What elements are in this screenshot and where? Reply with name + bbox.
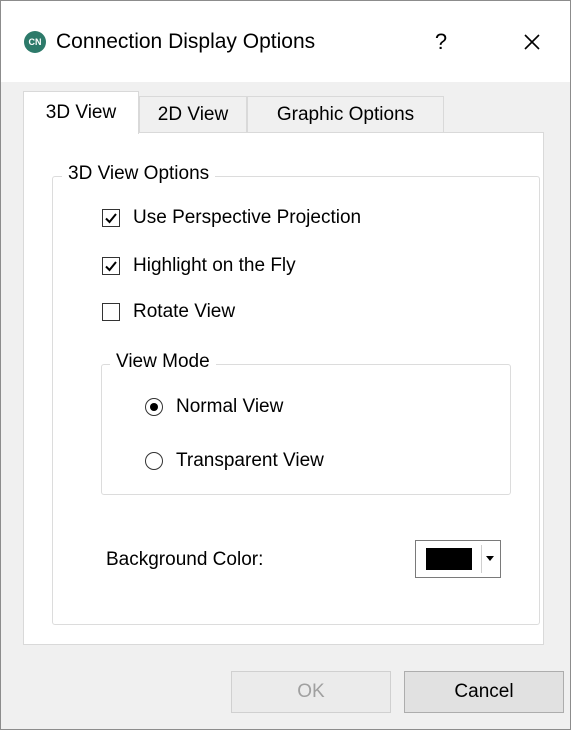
title-bar: CN Connection Display Options ? xyxy=(1,1,570,82)
ok-button[interactable]: OK xyxy=(231,671,391,713)
radio-button[interactable] xyxy=(145,452,163,470)
view-mode-legend: View Mode xyxy=(110,351,216,373)
checkbox-box[interactable] xyxy=(102,209,120,227)
check-icon xyxy=(105,261,117,272)
checkbox-box[interactable] xyxy=(102,303,120,321)
transparent-view-radio[interactable]: Transparent View xyxy=(145,447,324,475)
radio-button[interactable] xyxy=(145,398,163,416)
highlight-on-fly-checkbox[interactable]: Highlight on the Fly xyxy=(102,252,296,280)
radio-label: Transparent View xyxy=(176,450,324,471)
background-color-label: Background Color: xyxy=(106,549,264,570)
background-color-picker[interactable] xyxy=(415,540,501,578)
checkbox-box[interactable] xyxy=(102,257,120,275)
normal-view-radio[interactable]: Normal View xyxy=(145,393,283,421)
checkbox-label: Highlight on the Fly xyxy=(133,255,296,276)
help-button[interactable]: ? xyxy=(426,27,456,57)
dialog-title: Connection Display Options xyxy=(56,30,316,53)
dialog-window: CN Connection Display Options ? 3D View … xyxy=(0,0,571,730)
tab-3d-view[interactable]: 3D View xyxy=(23,91,139,134)
view-options-legend: 3D View Options xyxy=(62,163,216,185)
app-icon: CN xyxy=(24,31,46,53)
picker-divider xyxy=(481,545,482,573)
dropdown-arrow-icon[interactable] xyxy=(486,556,494,561)
perspective-projection-checkbox[interactable]: Use Perspective Projection xyxy=(102,204,361,232)
view-mode-group xyxy=(101,364,511,495)
checkbox-label: Rotate View xyxy=(133,301,236,322)
color-swatch xyxy=(426,548,472,570)
rotate-view-checkbox[interactable]: Rotate View xyxy=(102,298,235,326)
close-button[interactable] xyxy=(515,25,549,59)
close-icon xyxy=(524,34,540,50)
checkbox-label: Use Perspective Projection xyxy=(133,207,362,228)
check-icon xyxy=(105,213,117,224)
tab-2d-view[interactable]: 2D View xyxy=(139,96,247,132)
cancel-button[interactable]: Cancel xyxy=(404,671,564,713)
tab-graphic-options[interactable]: Graphic Options xyxy=(247,96,444,132)
radio-label: Normal View xyxy=(176,396,284,417)
